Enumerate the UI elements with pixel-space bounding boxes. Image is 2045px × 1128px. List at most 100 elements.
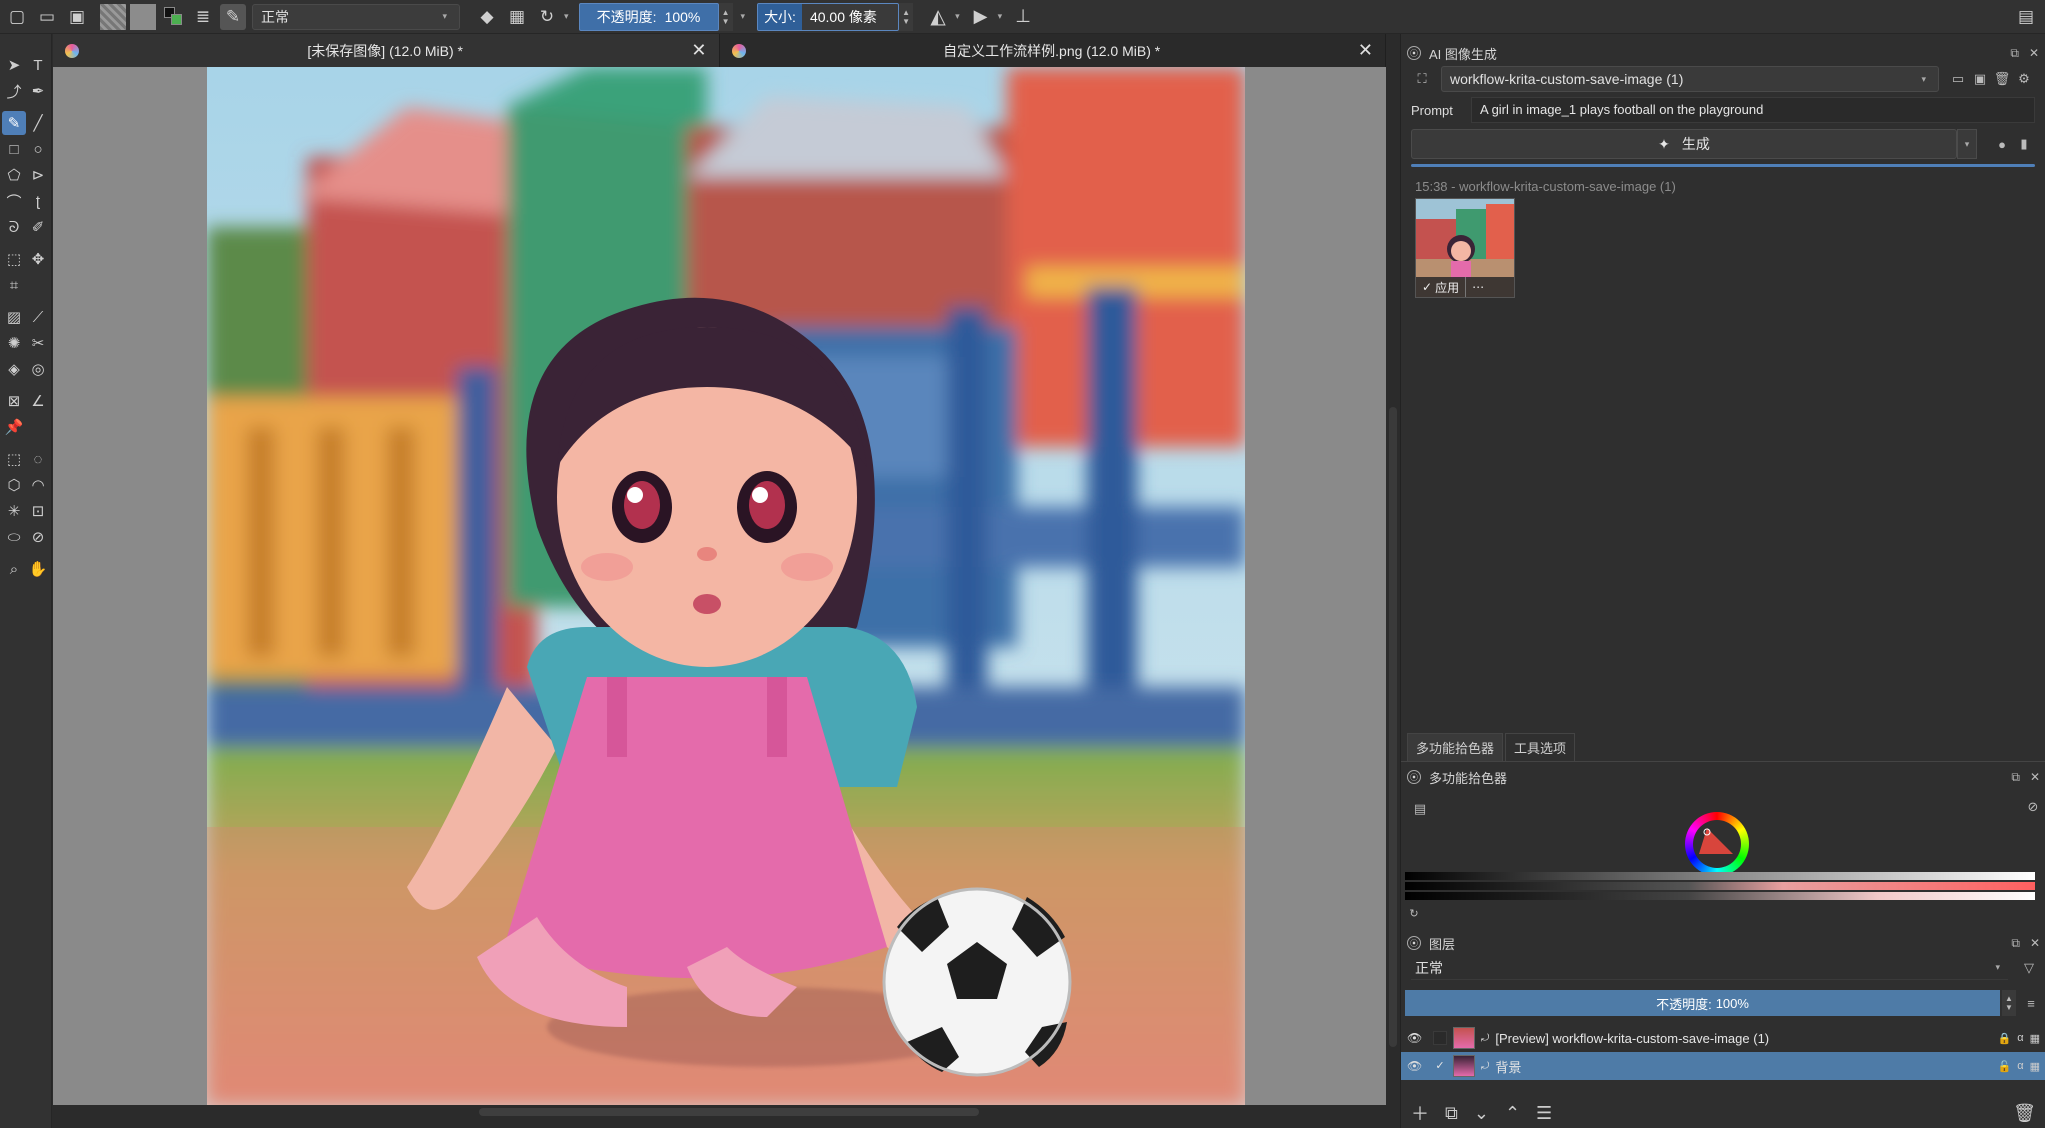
clear-color-icon[interactable]: ⊘ xyxy=(2022,796,2044,818)
polygon-select-tool-icon[interactable]: ⬡ xyxy=(2,473,26,497)
brush-preset-icon[interactable]: ✎ xyxy=(220,3,246,30)
prompt-input[interactable]: A girl in image_1 plays football on the … xyxy=(1471,97,2035,123)
visibility-eye-icon[interactable]: 👁 xyxy=(1407,1059,1427,1073)
scrollbar-thumb[interactable] xyxy=(479,1108,979,1116)
reload-preset-icon[interactable]: ↻ xyxy=(534,4,560,30)
workflow-graph-icon[interactable]: ⛶ xyxy=(1411,68,1433,90)
workspace-switcher-icon[interactable]: ▤ xyxy=(2013,4,2039,30)
layer-checkbox[interactable] xyxy=(1433,1031,1447,1045)
float-icon[interactable]: ⧉ xyxy=(2011,770,2020,785)
inherit-alpha-icon[interactable]: ▦ xyxy=(2030,1060,2040,1073)
more-options-icon[interactable]: ⋯ xyxy=(1466,280,1490,294)
chevron-down-icon[interactable]: ▾ xyxy=(564,11,569,22)
size-stepper[interactable]: ▲ ▼ xyxy=(899,2,914,31)
lock-icon[interactable]: ⦿ xyxy=(1407,770,1421,784)
dynamic-brush-tool-icon[interactable]: ᘐ xyxy=(2,215,26,239)
layer-opacity-stepper[interactable]: ▲ ▼ xyxy=(2002,990,2016,1016)
cancel-icon[interactable]: ▮ xyxy=(2013,133,2035,155)
layer-properties-icon[interactable]: ☰ xyxy=(1536,1103,1552,1124)
lock-icon[interactable]: ⦿ xyxy=(1407,46,1421,60)
color-triangle[interactable] xyxy=(1685,812,1749,876)
preserve-alpha-icon[interactable]: ▦ xyxy=(504,4,530,30)
size-slider[interactable]: 大小: 40.00 像素 xyxy=(757,2,900,31)
mirror-horizontal-icon[interactable]: ◭ xyxy=(925,4,951,30)
open-folder-icon[interactable]: ▭ xyxy=(1947,68,1969,90)
polyline-tool-icon[interactable]: ⊳ xyxy=(26,163,50,187)
layer-blend-select[interactable]: 正常 ▾ xyxy=(1411,956,2008,980)
color-settings-icon[interactable]: ▤ xyxy=(1409,798,1431,820)
multibrush-tool-icon[interactable]: ✐ xyxy=(26,215,50,239)
layer-row-preview[interactable]: 👁 ⤾ [Preview] workflow-krita-custom-save… xyxy=(1401,1024,2045,1052)
move-tool-icon[interactable]: ✥ xyxy=(26,247,50,271)
open-folder-icon[interactable]: ▭ xyxy=(34,4,60,30)
vertical-scrollbar[interactable] xyxy=(1386,67,1400,1119)
add-layer-icon[interactable]: ＋ xyxy=(1411,1100,1429,1126)
fill-tool-icon[interactable]: ◈ xyxy=(2,357,26,381)
horizontal-scrollbar[interactable] xyxy=(53,1105,1386,1119)
delete-icon[interactable]: 🗑 xyxy=(1991,68,2013,90)
duplicate-layer-icon[interactable]: ⧉ xyxy=(1445,1103,1458,1124)
eraser-icon[interactable]: ◆ xyxy=(474,4,500,30)
ellipse-select-tool-icon[interactable]: ◌ xyxy=(26,447,50,471)
tab-advanced-color-selector[interactable]: 多功能拾色器 xyxy=(1407,733,1504,761)
close-icon[interactable]: ✕ xyxy=(691,40,706,61)
move-layer-down-icon[interactable]: ⌄ xyxy=(1474,1103,1489,1124)
filter-icon[interactable]: ▽ xyxy=(2018,957,2040,979)
move-layer-up-icon[interactable]: ⌃ xyxy=(1505,1103,1520,1124)
float-icon[interactable]: ⧉ xyxy=(2011,936,2020,951)
workflow-select[interactable]: workflow-krita-custom-save-image (1) ▾ xyxy=(1441,66,1939,92)
chevron-down-icon[interactable]: ▾ xyxy=(998,11,1003,22)
wrap-around-icon[interactable]: ⊥ xyxy=(1010,4,1036,30)
line-tool-icon[interactable]: ╱ xyxy=(26,111,50,135)
opacity-slider[interactable]: 不透明度: 100% xyxy=(578,2,719,31)
crop-tool-icon[interactable]: ⌗ xyxy=(2,273,26,297)
lock-icon[interactable]: ⦿ xyxy=(1407,936,1421,950)
calligraphy-tool-icon[interactable]: ✒ xyxy=(26,79,50,103)
alpha-lock-icon[interactable]: α xyxy=(2017,1060,2023,1073)
layer-menu-icon[interactable]: ≡ xyxy=(2020,992,2042,1014)
alpha-lock-icon[interactable]: α xyxy=(2017,1032,2023,1045)
color-wheel[interactable] xyxy=(1685,812,1749,876)
enclose-fill-tool-icon[interactable]: ◎ xyxy=(26,357,50,381)
polygon-tool-icon[interactable]: ⬠ xyxy=(2,163,26,187)
zoom-tool-icon[interactable]: ⌕ xyxy=(2,557,26,581)
save-icon[interactable]: ▣ xyxy=(64,4,90,30)
new-document-icon[interactable]: ▢ xyxy=(4,4,30,30)
text-tool-icon[interactable]: T xyxy=(26,53,50,77)
gradient-tool-icon[interactable]: ▨ xyxy=(2,305,26,329)
inherit-alpha-icon[interactable]: ▦ xyxy=(2030,1032,2040,1045)
generate-button[interactable]: ✦ 生成 xyxy=(1411,129,1957,159)
value-slider[interactable] xyxy=(1405,872,2035,880)
color-picker-tool-icon[interactable]: ⟋ xyxy=(26,305,50,329)
layer-checkbox[interactable]: ✓ xyxy=(1433,1059,1447,1073)
close-icon[interactable]: ✕ xyxy=(1358,40,1373,61)
close-icon[interactable]: ✕ xyxy=(2030,770,2040,785)
rectangle-tool-icon[interactable]: □ xyxy=(2,137,26,161)
layer-opacity-slider[interactable]: 不透明度: 100% xyxy=(1405,990,2000,1016)
rect-select-tool-icon[interactable]: ⬚ xyxy=(2,447,26,471)
measure-tool-icon[interactable]: ∠ xyxy=(26,389,50,413)
mirror-vertical-icon[interactable]: ▶ xyxy=(968,4,994,30)
colorize-mask-tool-icon[interactable]: ✺ xyxy=(2,331,26,355)
tab-tool-options[interactable]: 工具选项 xyxy=(1505,733,1576,761)
close-icon[interactable]: ✕ xyxy=(2029,46,2039,61)
hue-slider[interactable] xyxy=(1405,892,2035,900)
float-icon[interactable]: ⧉ xyxy=(2010,46,2019,61)
freehand-select-tool-icon[interactable]: ◠ xyxy=(26,473,50,497)
smart-patch-tool-icon[interactable]: ✂ xyxy=(26,331,50,355)
brush-settings-icon[interactable]: ≣ xyxy=(190,4,216,30)
chevron-down-icon[interactable]: ▾ xyxy=(741,11,746,22)
apply-button[interactable]: ✓ 应用 xyxy=(1416,277,1467,297)
chevron-down-icon[interactable]: ▾ xyxy=(955,11,960,22)
freehand-path-tool-icon[interactable]: ʈ xyxy=(26,189,50,213)
history-thumbnail[interactable]: ✓ 应用 ⋯ xyxy=(1415,198,1515,298)
scrollbar-thumb[interactable] xyxy=(1389,407,1397,1047)
save-icon[interactable]: ▣ xyxy=(1969,68,1991,90)
gradient-preset-icon[interactable] xyxy=(100,3,126,30)
ellipse-tool-icon[interactable]: ○ xyxy=(26,137,50,161)
lock-layer-icon[interactable]: 🔒 xyxy=(1998,1032,2012,1045)
tab-unsaved-image[interactable]: [未保存图像] (12.0 MiB) * ✕ xyxy=(53,34,720,67)
freehand-brush-tool-icon[interactable]: ✎ xyxy=(2,111,26,135)
assistant-tool-icon[interactable]: ⊠ xyxy=(2,389,26,413)
reference-images-tool-icon[interactable]: 📌 xyxy=(2,415,26,439)
